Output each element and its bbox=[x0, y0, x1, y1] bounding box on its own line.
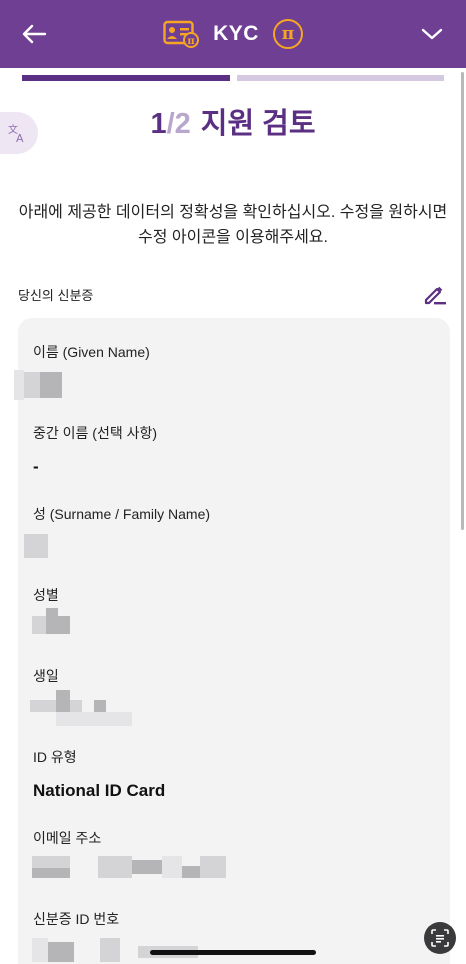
field-value: - bbox=[33, 457, 39, 476]
header-title: KYC bbox=[213, 22, 259, 45]
scan-text-icon bbox=[431, 929, 449, 947]
chevron-down-icon bbox=[421, 28, 443, 40]
section-header: 당신의 신분증 bbox=[18, 282, 450, 306]
field-label: 신분증 ID 번호 bbox=[33, 911, 120, 927]
step-current: 1 bbox=[150, 108, 167, 140]
field-surname: 성 (Surname / Family Name) bbox=[33, 504, 210, 524]
collapse-button[interactable] bbox=[416, 18, 448, 50]
svg-text:π: π bbox=[187, 36, 194, 47]
page-title: 1/2 지원 검토 bbox=[0, 100, 466, 142]
progress-segment-complete bbox=[22, 75, 230, 81]
header-title-group: π KYC π bbox=[163, 19, 303, 49]
field-middle-name: 중간 이름 (선택 사항) - bbox=[33, 423, 157, 477]
kyc-review-screen: π KYC π 文 A 1/2 지원 검토 아래에 제공한 데이터의 정확성을 확… bbox=[0, 0, 466, 964]
home-indicator[interactable] bbox=[150, 950, 316, 955]
back-button[interactable] bbox=[18, 18, 50, 50]
step-progress-bar bbox=[22, 75, 444, 81]
field-id-type: ID 유형 National ID Card bbox=[33, 747, 165, 801]
field-label: 성 (Surname / Family Name) bbox=[33, 506, 211, 522]
step-total: /2 bbox=[166, 108, 191, 140]
pi-logo-icon: π bbox=[272, 19, 303, 49]
field-birthdate: 생일 bbox=[33, 666, 59, 686]
section-label: 당신의 신분증 bbox=[18, 287, 94, 303]
step-title-text: 지원 검토 bbox=[200, 108, 316, 140]
id-card-icon: π bbox=[163, 20, 200, 48]
edit-button[interactable] bbox=[420, 279, 450, 309]
field-label: 생일 bbox=[33, 668, 59, 684]
field-given-name: 이름 (Given Name) bbox=[33, 342, 150, 362]
scrollbar[interactable] bbox=[461, 72, 464, 530]
scan-text-button[interactable] bbox=[424, 922, 456, 954]
surname-value-redacted bbox=[24, 534, 48, 558]
field-email: 이메일 주소 bbox=[33, 828, 101, 848]
field-label: ID 유형 bbox=[33, 749, 77, 765]
app-header: π KYC π bbox=[0, 0, 466, 68]
progress-segment-pending bbox=[236, 75, 444, 81]
edit-pencil-icon bbox=[424, 286, 446, 305]
field-gender: 성별 bbox=[33, 585, 59, 605]
field-label: 성별 bbox=[33, 587, 59, 603]
arrow-left-icon bbox=[22, 24, 47, 44]
field-label: 이메일 주소 bbox=[33, 830, 102, 846]
field-label: 이름 (Given Name) bbox=[33, 344, 150, 360]
field-id-number: 신분증 ID 번호 bbox=[33, 909, 119, 929]
field-value: National ID Card bbox=[33, 781, 166, 800]
field-label: 중간 이름 (선택 사항) bbox=[33, 425, 158, 441]
instruction-text: 아래에 제공한 데이터의 정확성을 확인하십시오. 수정을 원하시면 수정 아이… bbox=[18, 204, 448, 246]
id-info-card: 이름 (Given Name) 중간 이름 (선택 사항) - 성 (Surna… bbox=[14, 318, 450, 964]
